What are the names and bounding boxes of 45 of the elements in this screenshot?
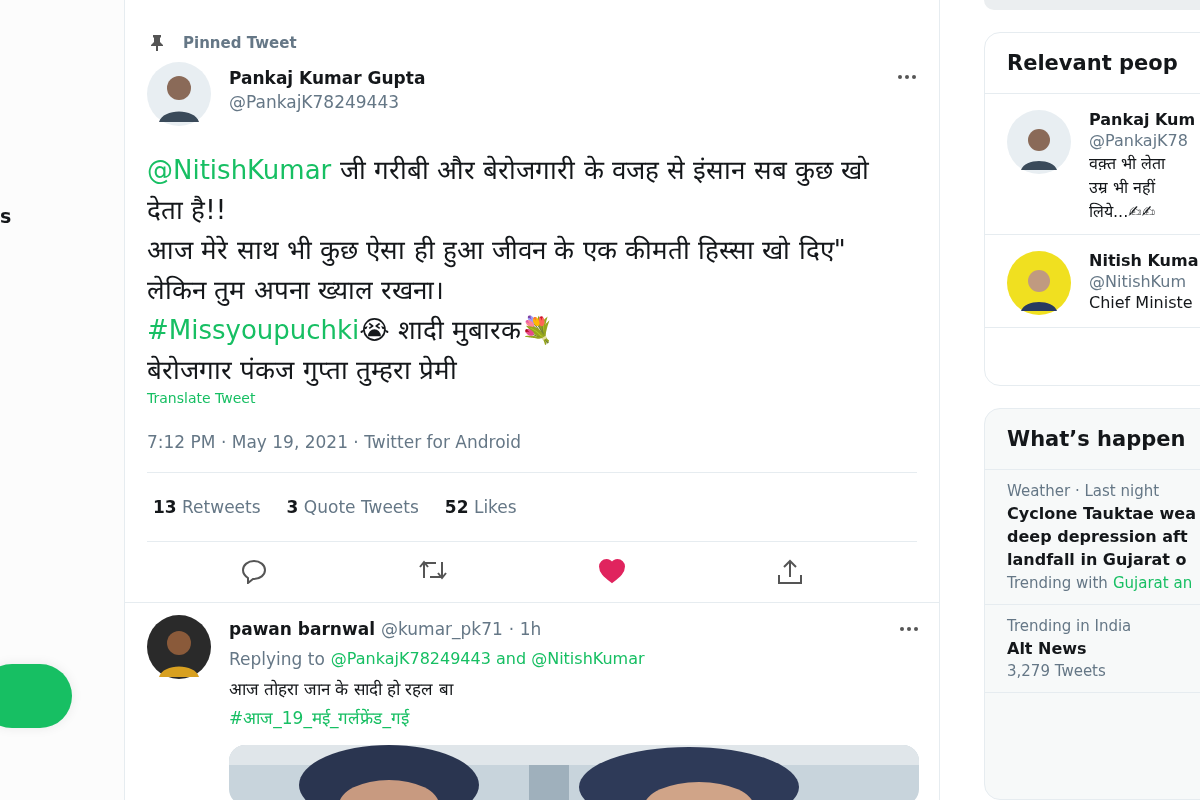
person-bio: Chief Ministe (1089, 292, 1194, 312)
person-name[interactable]: Nitish Kuma (1089, 250, 1199, 270)
tweet-timestamp: 7:12 PM · May 19, 2021 · Twitter for Android (147, 432, 917, 473)
trend-item[interactable]: Trending in India Alt News 3,279 Tweets (985, 605, 1200, 694)
stat-link[interactable]: 13 Retweets (153, 497, 261, 517)
more-icon[interactable] (897, 74, 917, 80)
share-icon[interactable] (776, 558, 804, 586)
person-name[interactable]: Pankaj Kum (1089, 109, 1196, 129)
author-handle[interactable]: @kumar_pk71 (381, 619, 503, 639)
replying-label: Replying to (229, 649, 325, 669)
reply-icon[interactable] (240, 558, 268, 584)
card-title: Relevant peop (985, 32, 1200, 94)
avatar[interactable] (1007, 109, 1071, 174)
nav-item[interactable]: s (0, 205, 12, 227)
pinned-label: Pinned Tweet (183, 34, 297, 52)
person-handle[interactable]: @NitishKum (1089, 271, 1199, 291)
author-name[interactable]: pawan barnwal (229, 619, 375, 639)
author-handle[interactable]: @PankajK78249443 (229, 92, 879, 112)
tweet-text: @NitishKumar जी गरीबी और बेरोजगारी के वजह से इंसान सब कुछ खो देता है!! आज मेरे साथ भी कुछ ऐसा ही हुआ जीवन के एक कीमती हिस्सा खो दिए" लेकिन तुम अपना ख्याल रखना। #Missyoupuchki😭 शादी मुबारक💐 बेरोजगार पंकज गुप्ता तुम्हरा प्रेमी (147, 154, 871, 388)
trend-headline: landfall in Gujarat o (1007, 550, 1188, 570)
like-icon[interactable] (598, 558, 626, 584)
person-bio: लिये...✍✍ (1089, 200, 1157, 222)
person-bio: उम्र भी नहीं (1089, 176, 1157, 198)
trend-item[interactable]: Weather · Last night Cyclone Tauktae wea deep depression aft landfall in Gujarat o Trending with Gujarat an (985, 470, 1200, 606)
reply-text: आज तोहरा जान के सादी हो रहल बा (229, 678, 453, 700)
avatar[interactable] (147, 615, 211, 679)
tweet-count: 3,279 Tweets (1007, 662, 1107, 681)
retweet-icon[interactable] (418, 558, 448, 582)
avatar[interactable] (1007, 250, 1071, 315)
avatar[interactable] (147, 62, 211, 126)
trend-context: Trending in India (1007, 617, 1133, 636)
pin-icon (149, 34, 165, 52)
reply-time: · 1h (508, 619, 542, 639)
stat-link[interactable]: 52 Likes (444, 497, 517, 517)
trend-label: Trending with (1007, 574, 1108, 593)
trend-headline: deep depression aft (1007, 527, 1189, 547)
stat-link[interactable]: 3 Quote Tweets (286, 497, 419, 517)
person-bio: वक़्त भी लेता (1089, 152, 1167, 174)
trend-headline: Cyclone Tauktae wea (1007, 504, 1197, 524)
trend-context: Weather · Last night (1007, 482, 1161, 501)
more-icon[interactable] (899, 626, 919, 632)
author-name[interactable]: Pankaj Kumar Gupta (229, 68, 879, 88)
person-handle[interactable]: @PankajK78 (1089, 130, 1196, 150)
card-title: What’s happen (985, 409, 1200, 471)
trend-headline: Alt News (1007, 639, 1088, 659)
